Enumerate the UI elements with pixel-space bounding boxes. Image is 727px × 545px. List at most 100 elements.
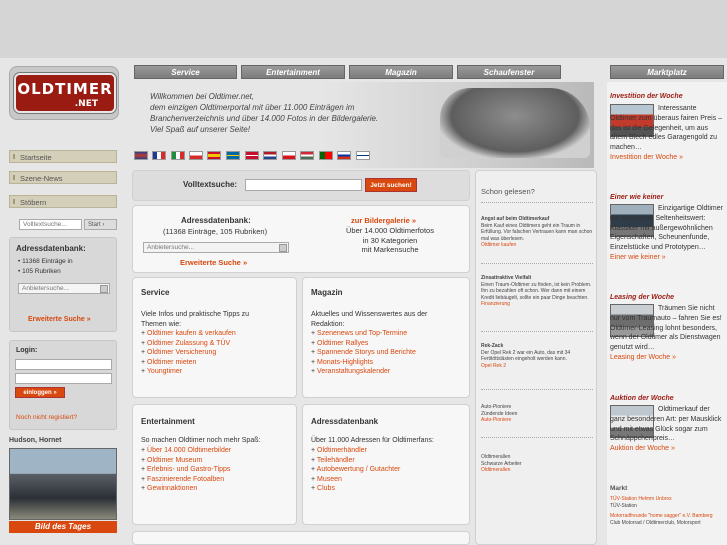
tab-marktplatz[interactable]: Marktplatz — [610, 65, 724, 79]
feature-car-image[interactable] — [9, 448, 117, 520]
magazin-link[interactable]: Veranstaltungskalender — [317, 368, 390, 375]
magazin-title: Magazin — [311, 288, 343, 297]
markt-item-link[interactable]: Leasing der Woche » — [610, 354, 676, 361]
service-link[interactable]: Oldtimer Versicherung — [147, 349, 216, 356]
markt-item-link[interactable]: Investition der Woche » — [610, 154, 683, 161]
tab-entertainment[interactable]: Entertainment — [241, 65, 345, 79]
schon-link[interactable]: Oldtimer kaufen — [481, 242, 516, 248]
schon-link[interactable]: Opel Rek 2 — [481, 363, 506, 369]
magazin-link[interactable]: Oldtimer Rallyes — [317, 340, 368, 347]
flag-spain-icon[interactable] — [207, 151, 221, 160]
left-adress-item: • 11368 Einträge in — [18, 258, 73, 265]
entertainment-link[interactable]: Faszinierende Fotoalben — [147, 476, 224, 483]
adressdb-panel: Adressdatenbank Über 11.000 Adressen für… — [302, 404, 470, 525]
entertainment-link[interactable]: Erlebnis- und Gastro-Tipps — [147, 466, 230, 473]
entertainment-link[interactable]: Über 14.000 Oldtimerbilder — [147, 447, 231, 454]
service-link[interactable]: Youngtimer — [147, 368, 182, 375]
entertainment-intro: So machen Oldtimer noch mehr Spaß: — [141, 437, 261, 444]
flag-finland-icon[interactable] — [356, 151, 370, 160]
flag-france-icon[interactable] — [152, 151, 166, 160]
adressdb-intro: Über 11.000 Adressen für Oldtimerfans: — [311, 437, 434, 444]
welcome-car-image — [440, 88, 590, 158]
site-logo[interactable]: OLDTIMER .NET — [9, 66, 119, 120]
adressdb-link[interactable]: Teilehändler — [317, 457, 355, 464]
left-anbieter-select[interactable]: Anbietersuche... — [18, 283, 110, 294]
flag-czech-icon[interactable] — [282, 151, 296, 160]
schon-link[interactable]: Oldtimerallen — [481, 467, 510, 473]
flag-denmark-icon[interactable] — [245, 151, 259, 160]
markt-list: TÜV-Station Helmm Unbros TÜV-Station Mot… — [610, 496, 713, 526]
entertainment-link[interactable]: Gewinnaktionen — [147, 485, 197, 492]
nav-startseite[interactable]: Startseite — [9, 150, 117, 163]
adressdb-link[interactable]: Oldtimerhändler — [317, 447, 367, 454]
adressdb-link[interactable]: Autobewertung / Gutachter — [317, 466, 401, 473]
markt-title: Markt — [610, 485, 628, 492]
login-button[interactable]: einloggen » — [15, 387, 65, 398]
left-adress-item: • 105 Rubriken — [18, 268, 61, 275]
service-link[interactable]: Oldtimer kaufen & verkaufen — [147, 330, 236, 337]
service-intro: Viele Infos und praktische Tipps zu Theme… — [141, 311, 250, 328]
markt-item-link[interactable]: Einer wie keiner » — [610, 254, 666, 261]
adress-box-select[interactable]: Anbietersuche... — [143, 242, 289, 253]
markt-item-title: Einer wie keiner — [610, 194, 664, 201]
bild-des-tages-label[interactable]: Bild des Tages — [9, 521, 117, 533]
tab-magazin[interactable]: Magazin — [349, 65, 453, 79]
login-password[interactable] — [15, 373, 112, 384]
logo-net: .NET — [74, 99, 98, 109]
magazin-link[interactable]: Monats-Highlights — [317, 359, 373, 366]
welcome-text: Willkommen bei Oldtimer.net, dem einzige… — [150, 92, 379, 134]
adressdb-list: + Oldtimerhändler + Teilehändler + Autob… — [311, 447, 401, 493]
magazin-link[interactable]: Spannende Storys und Berichte — [317, 349, 416, 356]
nav-stoebern[interactable]: Stöbern — [9, 195, 117, 208]
login-username[interactable] — [15, 359, 112, 370]
magazin-panel: Magazin Aktuelles und Wissenswertes aus … — [302, 277, 470, 398]
search-input[interactable] — [245, 179, 362, 191]
markt-link[interactable]: TÜV-Station Helmm Unbros — [610, 496, 672, 502]
schon-item: Angst auf beim Oldtimerkauf Beim Kauf ei… — [481, 216, 593, 248]
quick-panel: Adressdatenbank: (11368 Einträge, 105 Ru… — [132, 205, 470, 273]
schon-link[interactable]: Auto-Pioniere — [481, 417, 511, 423]
marktplatz-column: Investition der Woche Interessante Oldti… — [607, 82, 727, 545]
bildergalerie-link[interactable]: zur Bildergalerie » — [351, 216, 416, 225]
adressdb-link[interactable]: Museen — [317, 476, 342, 483]
entertainment-title: Entertainment — [141, 417, 195, 426]
magazin-intro: Aktuelles und Wissenswertes aus der Redak… — [311, 311, 428, 328]
gallery-text: Über 14.000 Oldtimerfotos in 30 Kategori… — [346, 226, 434, 255]
service-link[interactable]: Oldtimer mieten — [147, 359, 196, 366]
adressdb-title: Adressdatenbank — [311, 417, 379, 426]
flag-russia-icon[interactable] — [337, 151, 351, 160]
erweiterte-suche-link[interactable]: Erweiterte Suche » — [180, 258, 247, 267]
markt-item-title: Investition der Woche — [610, 93, 683, 100]
markt-item-link[interactable]: Auktion der Woche » — [610, 445, 675, 452]
search-bar: Volltextsuche: Jetzt suchen! — [132, 170, 470, 201]
flag-uk-icon[interactable] — [134, 151, 148, 160]
tab-schaufenster[interactable]: Schaufenster — [457, 65, 561, 79]
schon-item: Zinsattraktive Vielfalt Einen Traum-Oldt… — [481, 275, 592, 307]
left-search-button[interactable]: Start › — [84, 219, 117, 230]
entertainment-link[interactable]: Oldtimer Museum — [147, 457, 202, 464]
search-button[interactable]: Jetzt suchen! — [365, 178, 417, 192]
service-link[interactable]: Oldtimer Zulassung & TÜV — [147, 340, 230, 347]
adressdb-link[interactable]: Clubs — [317, 485, 335, 492]
left-adress-title: Adressdatenbank: — [16, 244, 86, 253]
tab-service[interactable]: Service — [134, 65, 237, 79]
flag-italy-icon[interactable] — [171, 151, 185, 160]
left-search-input[interactable] — [19, 219, 82, 230]
adress-box-sub: (11368 Einträge, 105 Rubriken) — [163, 227, 268, 236]
markt-item-text: Interessante Oldtimer zum überaus fairen… — [610, 105, 723, 161]
schon-link[interactable]: Finanzierung — [481, 301, 510, 307]
next-panel — [132, 531, 470, 545]
nav-szene-news[interactable]: Szene-News — [9, 171, 117, 184]
flag-netherlands-icon[interactable] — [263, 151, 277, 160]
magazin-list: + Szenenews und Top-Termine + Oldtimer R… — [311, 330, 416, 376]
flag-portugal-icon[interactable] — [319, 151, 333, 160]
flag-poland-icon[interactable] — [189, 151, 203, 160]
markt-link[interactable]: Motorradfreunde "home sagger" e.V. Bambe… — [610, 513, 713, 519]
flag-sweden-icon[interactable] — [226, 151, 240, 160]
flag-hungary-icon[interactable] — [300, 151, 314, 160]
register-link[interactable]: Noch nicht registiert? — [16, 414, 77, 421]
magazin-link[interactable]: Szenenews und Top-Termine — [317, 330, 407, 337]
left-erweiterte-suche-link[interactable]: Erweiterte Suche » — [28, 316, 91, 323]
service-title: Service — [141, 288, 170, 297]
login-title: Login: — [16, 347, 38, 354]
